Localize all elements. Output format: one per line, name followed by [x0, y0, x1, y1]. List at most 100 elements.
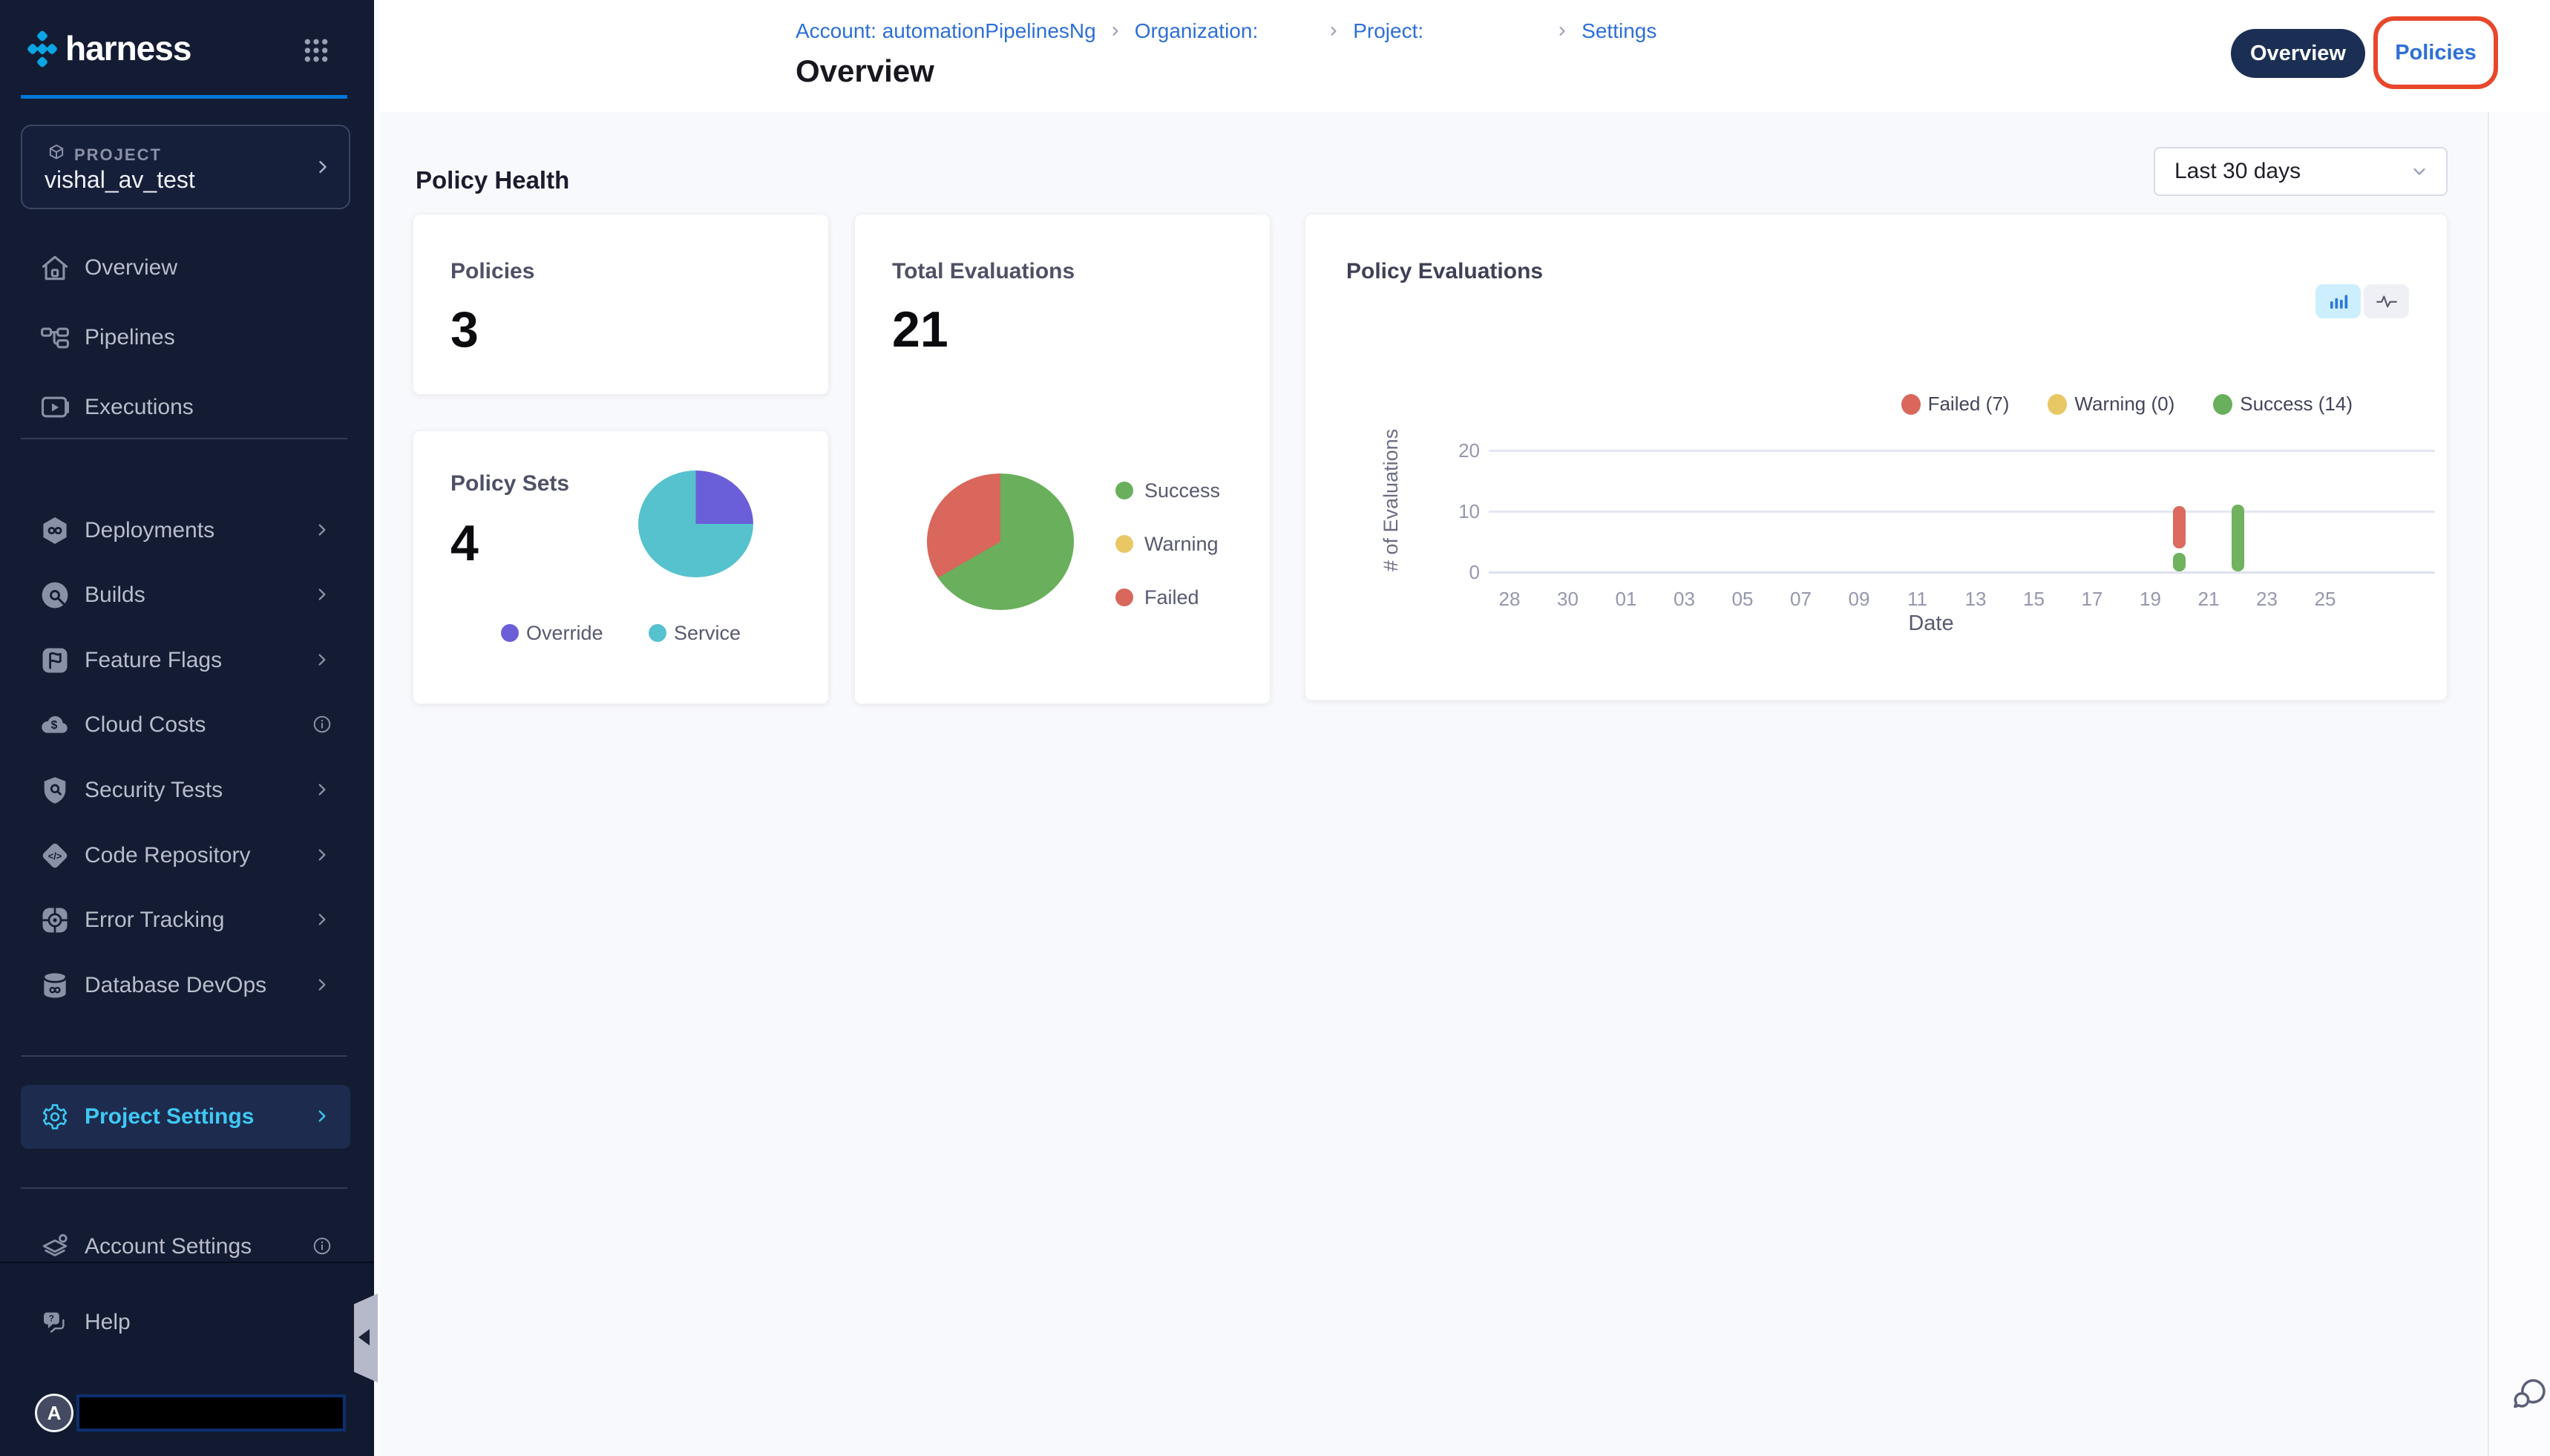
- sidebar-item-project-settings[interactable]: Project Settings: [21, 1085, 350, 1149]
- sidebar-item-security-tests[interactable]: Security Tests: [21, 758, 350, 823]
- harness-logo-icon: [22, 30, 62, 68]
- policy-sets-title: Policy Sets: [450, 471, 569, 496]
- svg-text:?: ?: [49, 1314, 54, 1324]
- sidebar-item-label: Executions: [85, 395, 194, 420]
- sidebar-item-database-devops[interactable]: Database DevOps: [21, 953, 350, 1018]
- avatar-letter: A: [47, 1402, 62, 1425]
- policy-sets-card: Policy Sets 4 Override Service: [413, 430, 829, 704]
- legend-dot-warning[interactable]: [1115, 535, 1133, 553]
- error-tracking-icon: [39, 904, 71, 937]
- sidebar-item-cloud-costs[interactable]: $Cloud Costs: [21, 692, 350, 758]
- chevron-right-icon: [312, 974, 334, 997]
- line-chart-icon[interactable]: [2364, 284, 2409, 318]
- sidebar-divider: [21, 1055, 347, 1057]
- sidebar-divider: [21, 1187, 347, 1189]
- avatar[interactable]: A: [35, 1394, 73, 1432]
- cube-icon: [46, 142, 67, 163]
- cloud-costs-icon: $: [39, 709, 71, 741]
- breadcrumb-item-account-automationpipelinesng[interactable]: Account: automationPipelinesNg: [796, 19, 1096, 43]
- x-tick-01: 01: [1600, 588, 1652, 611]
- sidebar-item-deployments[interactable]: Deployments: [21, 498, 350, 563]
- x-tick-21: 21: [2183, 588, 2235, 611]
- x-tick-11: 11: [1892, 588, 1944, 611]
- project-selector[interactable]: PROJECT vishal_av_test: [21, 125, 350, 209]
- bar-chart-icon[interactable]: [2315, 284, 2361, 318]
- x-tick-13: 13: [1950, 588, 2002, 611]
- breadcrumb-separator-icon: [1326, 24, 1341, 39]
- chevron-right-icon: [312, 845, 334, 867]
- harness-logo-text: harness: [65, 28, 191, 68]
- policy-sets-pie: [638, 470, 753, 577]
- policy-sets-count: 4: [450, 514, 479, 572]
- sidebar-item-feature-flags[interactable]: Feature Flags: [21, 628, 350, 693]
- legend-label-success-14-: Success (14): [2240, 393, 2353, 416]
- chevron-down-icon: [2409, 161, 2430, 182]
- gridline-y20: [1489, 450, 2435, 452]
- harness-app: harness PROJECT vishal_av_test OverviewP…: [0, 0, 2550, 1456]
- tab-policy-sets[interactable]: Policy Sets: [2528, 29, 2550, 78]
- chevron-right-icon: [312, 156, 334, 178]
- x-tick-19: 19: [2125, 588, 2177, 611]
- legend-label-success[interactable]: Success: [1144, 479, 1220, 502]
- sidebar-item-executions[interactable]: Executions: [21, 375, 350, 440]
- chevron-right-icon: [312, 909, 334, 931]
- svg-text:$: $: [51, 719, 58, 732]
- sidebar-item-error-tracking[interactable]: Error Tracking: [21, 888, 350, 953]
- x-tick-30: 30: [1542, 588, 1594, 611]
- sidebar-item-code-repository[interactable]: </> Code Repository: [21, 823, 350, 888]
- legend-label-warning[interactable]: Warning: [1144, 533, 1219, 556]
- sidebar-item-label: Database DevOps: [85, 973, 266, 998]
- module-grid-icon[interactable]: [301, 36, 331, 65]
- sidebar-scroll-gutter: [374, 0, 380, 1456]
- breadcrumb-item-project[interactable]: Project:: [1353, 19, 1423, 43]
- legend-label-override[interactable]: Override: [526, 622, 603, 645]
- project-selector-name: vishal_av_test: [45, 166, 195, 194]
- breadcrumb-separator-icon: [1108, 24, 1123, 39]
- sidebar: harness PROJECT vishal_av_test OverviewP…: [0, 0, 374, 1456]
- info-icon: [312, 1236, 334, 1258]
- chat-launcher-icon[interactable]: [2511, 1375, 2548, 1412]
- legend-dot-override[interactable]: [501, 624, 519, 642]
- x-tick-25: 25: [2299, 588, 2351, 611]
- legend-dot-success[interactable]: [1115, 482, 1133, 499]
- x-tick-09: 09: [1833, 588, 1885, 611]
- sidebar-item-label: Security Tests: [85, 778, 223, 803]
- breadcrumb-item-organization[interactable]: Organization:: [1135, 19, 1259, 43]
- section-title: Policy Health: [416, 166, 569, 194]
- sidebar-item-builds[interactable]: Builds: [21, 563, 350, 628]
- bar-success-day20: [2173, 553, 2186, 571]
- breadcrumb-item-settings[interactable]: Settings: [1582, 19, 1656, 43]
- sidebar-accent-rule: [21, 95, 347, 99]
- redacted-username: [76, 1394, 346, 1432]
- date-range-value: Last 30 days: [2174, 159, 2301, 184]
- legend-label-failed[interactable]: Failed: [1144, 586, 1199, 609]
- chart-legend-item-success-14-[interactable]: Success (14): [2213, 393, 2353, 416]
- sidebar-item-help[interactable]: ? Help: [21, 1290, 350, 1355]
- legend-label-warning-0-: Warning (0): [2074, 393, 2174, 416]
- code-repository-icon: </>: [39, 839, 71, 872]
- tab-overview[interactable]: Overview: [2231, 29, 2365, 78]
- account-settings-icon: [39, 1230, 71, 1263]
- svg-text:</>: </>: [48, 850, 62, 862]
- x-tick-07: 07: [1775, 588, 1827, 611]
- sidebar-item-label: Help: [85, 1310, 131, 1335]
- pipelines-icon: [39, 321, 71, 354]
- date-range-dropdown[interactable]: Last 30 days: [2154, 147, 2448, 196]
- chart-legend-item-warning-0-[interactable]: Warning (0): [2048, 393, 2174, 416]
- sidebar-item-pipelines[interactable]: Pipelines: [21, 305, 350, 370]
- sidebar-item-label: Code Repository: [85, 843, 250, 868]
- sidebar-item-overview[interactable]: Overview: [21, 235, 350, 301]
- chevron-right-icon: [312, 779, 334, 801]
- legend-dot-failed[interactable]: [1115, 588, 1133, 606]
- breadcrumb-separator-icon: [1555, 24, 1570, 39]
- legend-dot-service[interactable]: [649, 624, 666, 642]
- sidebar-item-label: Deployments: [85, 518, 214, 543]
- annotation-highlight-ring: [2373, 16, 2498, 89]
- legend-label-service[interactable]: Service: [674, 622, 741, 645]
- right-rail: [2489, 112, 2550, 1456]
- legend-dot-failed-7-: [1901, 394, 1921, 415]
- security-tests-icon: [39, 774, 71, 807]
- total-evaluations-pie: [927, 473, 1074, 610]
- policy-evaluations-card: Policy Evaluations Failed (7)Warning (0)…: [1305, 214, 2448, 701]
- chart-legend-item-failed-7-[interactable]: Failed (7): [1901, 393, 2010, 416]
